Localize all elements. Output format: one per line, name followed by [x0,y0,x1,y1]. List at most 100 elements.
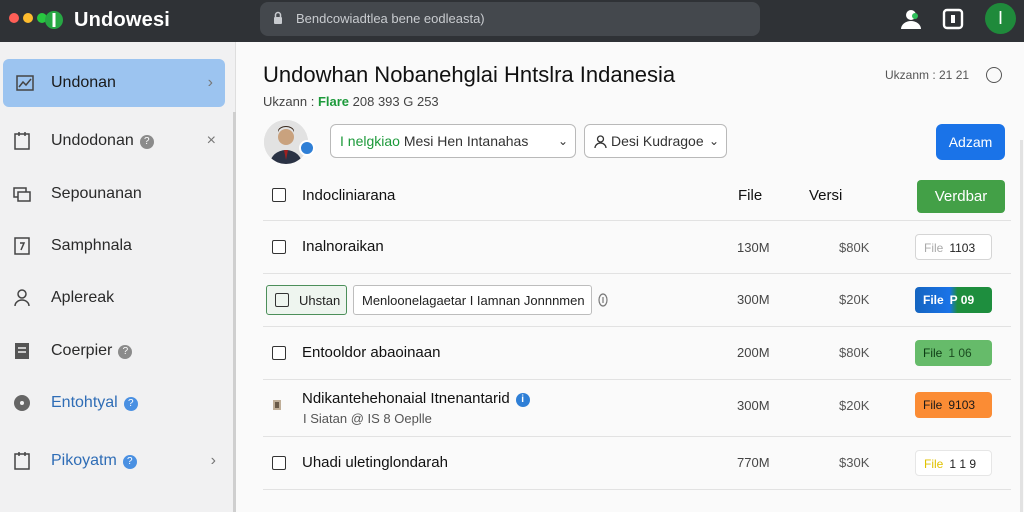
minimize-window-button[interactable] [23,13,33,23]
table-header: Indocliniarana File Versi [263,170,1011,221]
drag-handle-icon[interactable] [597,292,609,308]
calendar-icon [14,452,30,470]
sidebar-item-label: Sepounanan [51,185,142,202]
person-icon [594,135,607,149]
profile-avatar-button[interactable]: I [985,3,1016,34]
row-size: 200M [737,345,770,360]
sidebar-item-label: Samphnala [51,237,132,254]
sidebar-scrollbar[interactable] [233,112,236,512]
row-checkbox[interactable] [275,293,289,307]
row-tag-chip[interactable]: Uhstan [266,285,347,315]
row-name: Entooldor abaoinaan [302,344,441,361]
verify-button[interactable]: Verdbar [917,180,1005,213]
row-size: 770M [737,455,770,470]
info-icon: i [515,393,530,407]
column-header-file[interactable]: File [738,187,762,204]
calendar-icon [14,132,30,150]
sidebar: Undonan › Undodonan? × Sepounanan Samphn… [0,42,236,512]
close-icon[interactable]: × [207,132,216,150]
help-badge-icon: ? [139,135,154,149]
app-logo-icon [45,11,63,29]
status-flare: Flare [317,94,350,109]
page-title: Undowhan Nobanehglai Hntslra Indanesia [263,62,676,87]
person-icon [14,289,30,307]
row-size: 130M [737,240,770,255]
help-badge-icon: ? [122,455,137,469]
sidebar-item-label: Aplereak [51,289,115,306]
row-name: Inalnoraikan [302,238,384,255]
user-select[interactable]: Desi Kudragoe ⌄ [584,124,727,158]
title-bar: Undowesi Bendcowiadtlea bene eodleasta) … [0,0,1024,42]
account-switch-icon[interactable] [898,6,924,32]
table-row[interactable]: Ndikantehehonaial Itnenantarid i I Siatan… [263,380,1011,437]
file-status-pill[interactable]: File 1103 [915,234,992,260]
sidebar-item-samphnala[interactable]: Samphnala [0,222,228,270]
file-status-pill[interactable]: File P 09 [915,287,992,313]
help-badge-icon: ? [123,397,138,411]
avatar-status-badge [299,140,315,156]
chevron-down-icon: ⌄ [709,134,720,148]
stack-icon [13,187,31,202]
row-size: 300M [737,398,770,413]
select-all-checkbox[interactable] [272,188,286,202]
help-badge-icon: ? [118,345,133,359]
chevron-right-icon: › [207,74,213,91]
info-icon[interactable] [986,67,1002,83]
row-version: $80K [839,345,870,360]
row-checkbox[interactable] [272,456,286,470]
sidebar-item-pikoyatm[interactable]: Pikoyatm? › [0,437,228,485]
main-scrollbar[interactable] [1020,140,1023,512]
file-type-icon [273,400,281,410]
circle-icon [14,395,30,411]
lock-icon [274,11,282,24]
sidebar-item-label: Undodonan? [51,132,154,150]
sidebar-item-sepounanan[interactable]: Sepounanan [0,170,228,218]
file-status-pill[interactable]: File 1 06 [915,340,992,366]
sidebar-item-undodonan[interactable]: Undodonan? × [0,117,228,165]
filter-select-value: I nelgkiao Mesi Hen Intanahas [340,133,529,149]
row-version: $20K [839,398,870,413]
row-name: Ndikantehehonaial Itnenantarid i [302,390,530,407]
sidebar-item-aplereak[interactable]: Aplereak [0,274,228,322]
row-version: $30K [839,455,870,470]
chart-icon [16,75,34,91]
table-row[interactable]: Uhadi uletinglondarah 770M $30K File 1 1 … [263,437,1011,490]
file-status-pill[interactable]: File 1 1 9 [915,450,992,476]
table-row-editing[interactable]: Uhstan Menloonelagaetar I Iamnan Jonnnme… [263,274,1011,327]
table-row[interactable]: Entooldor abaoinaan 200M $80K File 1 06 [263,327,1011,380]
header-meta: Ukzanm : 21 21 [885,68,970,82]
window-controls [9,13,47,23]
sidebar-item-label: Undonan [51,74,116,91]
row-name-input[interactable]: Menloonelagaetar I Iamnan Jonnnmen [353,285,592,315]
row-checkbox[interactable] [272,346,286,360]
sidebar-item-undonan[interactable]: Undonan › [3,59,225,107]
sidebar-item-coerpier[interactable]: Coerpier? [0,327,228,375]
row-version: $20K [839,292,870,307]
page-subtitle: Ukzann : Flare 208 393 G 253 [263,94,439,109]
address-text: Bendcowiadtlea bene eodleasta) [296,11,485,26]
address-bar[interactable]: Bendcowiadtlea bene eodleasta) [260,2,760,36]
primary-action-button[interactable]: Adzam [936,124,1005,160]
column-header-version[interactable]: Versi [809,187,842,204]
app-title: Undowesi [74,9,171,31]
filter-select[interactable]: I nelgkiao Mesi Hen Intanahas ⌄ [330,124,576,158]
table-row[interactable]: Inalnoraikan 130M $80K File 1103 [263,221,1011,274]
sidebar-item-label: Coerpier? [51,342,133,360]
row-name: Uhadi uletinglondarah [302,454,448,471]
document-icon [15,343,29,359]
user-select-value: Desi Kudragoe [611,133,704,149]
row-size: 300M [737,292,770,307]
chevron-down-icon: ⌄ [558,134,569,148]
window-toggle-icon[interactable] [940,6,966,32]
question-box-icon [14,237,30,255]
row-checkbox[interactable] [272,240,286,254]
row-version: $80K [839,240,870,255]
chevron-right-icon: › [210,452,216,469]
file-status-pill[interactable]: File 9103 [915,392,992,418]
row-subtitle: I Siatan @ IS 8 Oeplle [303,411,432,426]
close-window-button[interactable] [9,13,19,23]
sidebar-item-label: Entohtyal? [51,394,138,412]
sidebar-item-label: Pikoyatm? [51,452,137,470]
column-header-name[interactable]: Indocliniarana [302,187,395,204]
sidebar-item-entohtyal[interactable]: Entohtyal? [0,379,228,427]
